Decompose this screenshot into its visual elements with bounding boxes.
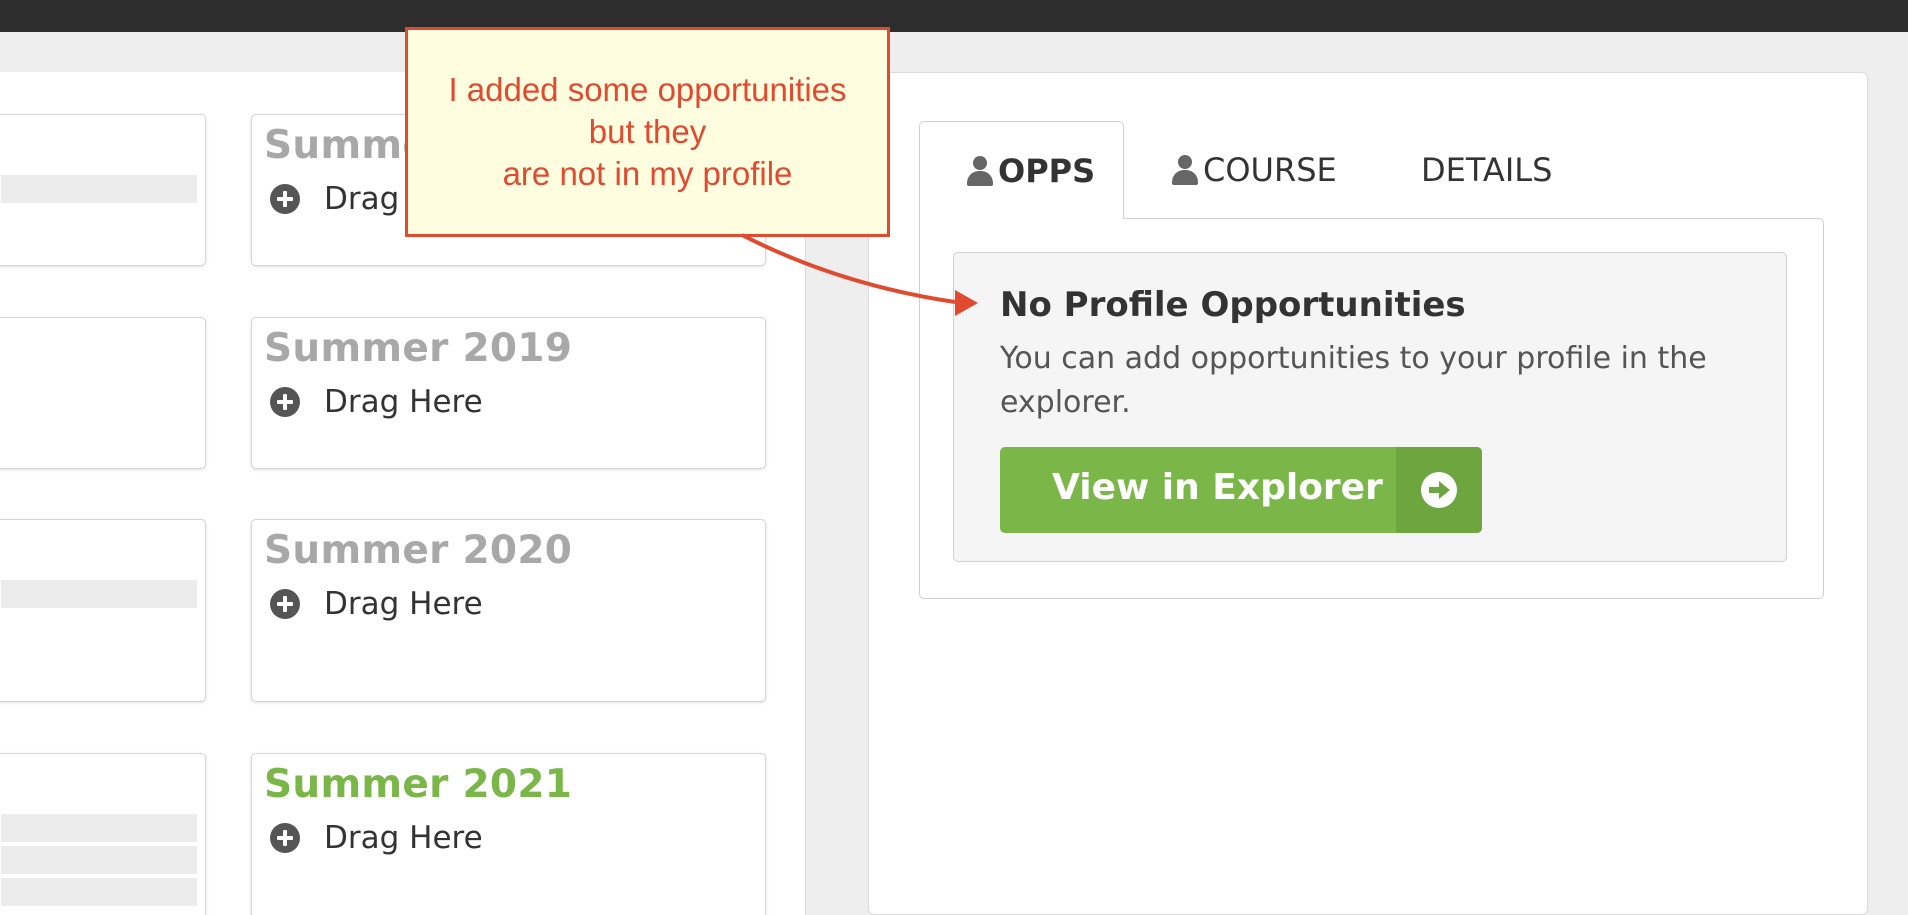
- plus-circle-icon: [270, 823, 300, 853]
- term-card-spring-partial[interactable]: [0, 317, 206, 469]
- tab-details[interactable]: DETAILS: [1421, 121, 1552, 219]
- empty-state-notice: No Profile Opportunities You can add opp…: [953, 252, 1787, 562]
- drag-target[interactable]: Drag Here: [270, 586, 483, 622]
- user-icon: [966, 155, 994, 186]
- course-placeholder: [1, 580, 197, 608]
- tab-label: COURSE: [1203, 151, 1337, 189]
- tab-opps[interactable]: OPPS: [919, 121, 1124, 219]
- plus-circle-icon: [270, 387, 300, 417]
- plus-circle-icon: [270, 184, 300, 214]
- term-card-summer-2020[interactable]: Summer 2020 Drag Here: [251, 519, 766, 702]
- user-icon: [1171, 155, 1199, 185]
- view-in-explorer-button[interactable]: View in Explorer: [1000, 447, 1482, 533]
- notice-title: No Profile Opportunities: [1000, 285, 1466, 325]
- window-title-bar: [0, 0, 1908, 32]
- annotation-text: I added some opportunities but they are …: [448, 71, 847, 192]
- drag-label: Drag Here: [324, 384, 483, 420]
- button-icon-box: [1396, 447, 1482, 533]
- plus-circle-icon: [270, 589, 300, 619]
- tab-label: OPPS: [998, 151, 1096, 190]
- term-title-current: Summer 2021: [264, 762, 573, 807]
- tab-label: DETAILS: [1421, 151, 1553, 189]
- course-placeholder: [1, 878, 197, 906]
- drag-target[interactable]: Drag Here: [270, 384, 483, 420]
- tab-course[interactable]: COURSE: [1171, 121, 1337, 219]
- arrow-right-circle-icon: [1421, 472, 1457, 508]
- term-card-spring-partial[interactable]: [0, 753, 206, 915]
- term-card-summer-2021[interactable]: Summer 2021 Drag Here: [251, 753, 766, 915]
- drag-target[interactable]: Drag Here: [270, 820, 483, 856]
- course-placeholder: [1, 814, 197, 842]
- drag-label: Drag Here: [324, 586, 483, 622]
- details-panel: OPPS COURSE DETAILS No Profile Opportuni…: [868, 72, 1868, 915]
- tab-container: OPPS COURSE DETAILS No Profile Opportuni…: [919, 121, 1824, 599]
- term-title: Summer 2020: [264, 528, 573, 573]
- term-title: Summer 2019: [264, 326, 573, 371]
- course-placeholder: [1, 175, 197, 203]
- term-card-summer-2019[interactable]: Summer 2019 Drag Here: [251, 317, 766, 469]
- term-card-fall-partial[interactable]: [0, 114, 206, 266]
- term-card-fall-partial[interactable]: [0, 519, 206, 702]
- drag-target[interactable]: Drag: [270, 181, 399, 217]
- annotation-callout: I added some opportunities but they are …: [405, 27, 890, 237]
- drag-label: Drag Here: [324, 820, 483, 856]
- button-label: View in Explorer: [1052, 467, 1383, 508]
- tab-content: No Profile Opportunities You can add opp…: [919, 218, 1824, 599]
- drag-label: Drag: [324, 181, 400, 217]
- notice-text: You can add opportunities to your profil…: [1000, 341, 1707, 420]
- course-placeholder: [1, 846, 197, 874]
